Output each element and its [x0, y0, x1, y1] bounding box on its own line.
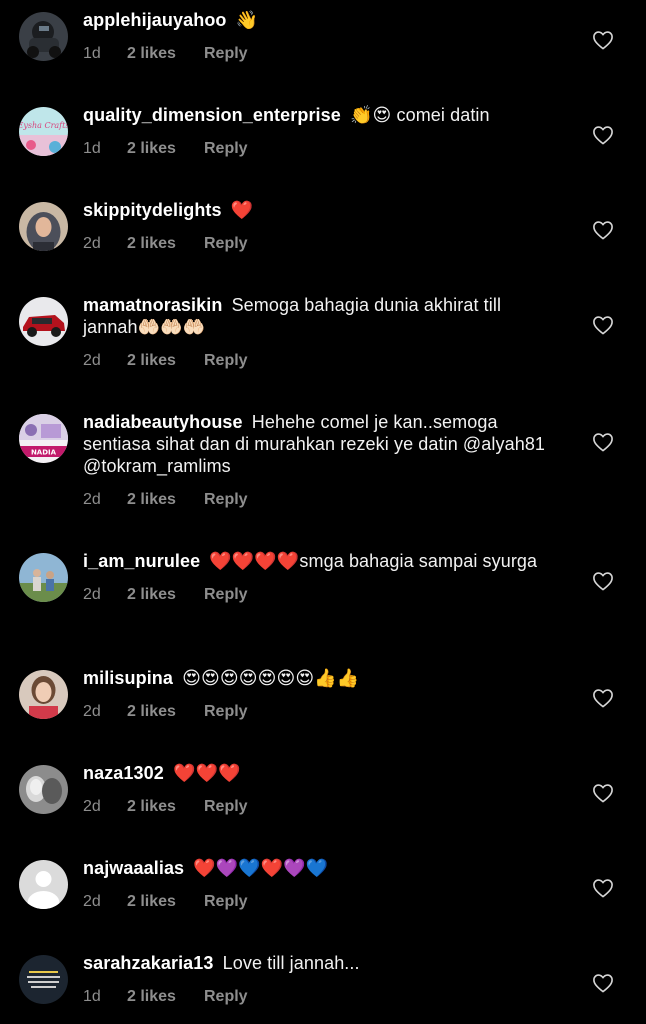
- reply-button[interactable]: Reply: [204, 140, 248, 158]
- like-heart-icon[interactable]: [592, 315, 614, 335]
- comment-text: 👋: [235, 10, 259, 30]
- like-heart-icon[interactable]: [592, 30, 614, 50]
- reply-button[interactable]: Reply: [204, 586, 248, 604]
- likes-count[interactable]: 2 likes: [127, 703, 204, 721]
- comment-username[interactable]: milisupina: [83, 668, 173, 688]
- comment-text: ❤️❤️❤️❤️smga bahagia sampai syurga: [209, 551, 538, 571]
- comment-time: 1d: [83, 45, 101, 62]
- likes-count[interactable]: 2 likes: [127, 988, 204, 1006]
- hijab-woman-avatar-icon[interactable]: [19, 202, 68, 251]
- reply-button[interactable]: Reply: [204, 352, 248, 370]
- like-heart-icon[interactable]: [592, 432, 614, 452]
- comment-text: 😍😍😍😍😍😍😍👍👍: [182, 668, 360, 688]
- comment-username[interactable]: quality_dimension_enterprise: [83, 105, 341, 125]
- red-car-avatar-icon[interactable]: [19, 297, 68, 346]
- comment-time: 1d: [83, 988, 101, 1005]
- like-heart-icon[interactable]: [592, 783, 614, 803]
- comment-username[interactable]: sarahzakaria13: [83, 953, 214, 973]
- comment-username[interactable]: nadiabeautyhouse: [83, 412, 243, 432]
- woman-portrait-avatar-icon[interactable]: [19, 670, 68, 719]
- comment-username[interactable]: skippitydelights: [83, 200, 222, 220]
- avatar-text: NADIA: [31, 449, 57, 457]
- reply-button[interactable]: Reply: [204, 45, 248, 63]
- comment-time: 2d: [83, 586, 101, 603]
- comment-username[interactable]: i_am_nurulee: [83, 551, 200, 571]
- like-heart-icon[interactable]: [592, 125, 614, 145]
- likes-count[interactable]: 2 likes: [127, 140, 204, 158]
- comment-time: 1d: [83, 140, 101, 157]
- outdoor-people-avatar-icon[interactable]: [19, 553, 68, 602]
- likes-count[interactable]: 2 likes: [127, 491, 204, 509]
- likes-count[interactable]: 2 likes: [127, 586, 204, 604]
- likes-count[interactable]: 2 likes: [127, 798, 204, 816]
- comment-time: 2d: [83, 703, 101, 720]
- comment-text: ❤️: [230, 200, 254, 220]
- likes-count[interactable]: 2 likes: [127, 235, 204, 253]
- quote-image-avatar-icon[interactable]: [19, 955, 68, 1004]
- comment-time: 2d: [83, 893, 101, 910]
- motorbike-avatar-icon[interactable]: [19, 12, 68, 61]
- couple-photo-avatar-icon[interactable]: [19, 765, 68, 814]
- reply-button[interactable]: Reply: [204, 491, 248, 509]
- comment-text: Love till jannah...: [222, 953, 360, 973]
- likes-count[interactable]: 2 likes: [127, 352, 204, 370]
- reply-button[interactable]: Reply: [204, 703, 248, 721]
- avatar-text: Eysha Crafts: [19, 121, 68, 130]
- reply-button[interactable]: Reply: [204, 235, 248, 253]
- comment-time: 2d: [83, 491, 101, 508]
- reply-button[interactable]: Reply: [204, 988, 248, 1006]
- comment-username[interactable]: applehijauyahoo: [83, 10, 227, 30]
- reply-button[interactable]: Reply: [204, 893, 248, 911]
- comment-time: 2d: [83, 235, 101, 252]
- like-heart-icon[interactable]: [592, 878, 614, 898]
- comment-text: 👏😍 comei datin: [350, 105, 490, 125]
- like-heart-icon[interactable]: [592, 220, 614, 240]
- like-heart-icon[interactable]: [592, 973, 614, 993]
- comment-text: ❤️❤️❤️: [172, 763, 241, 783]
- comment-username[interactable]: mamatnorasikin: [83, 295, 222, 315]
- comment-time: 2d: [83, 352, 101, 369]
- likes-count[interactable]: 2 likes: [127, 45, 204, 63]
- crafts-logo-avatar-icon[interactable]: Eysha Crafts: [19, 107, 68, 156]
- beauty-shop-avatar-icon[interactable]: NADIA: [19, 414, 68, 463]
- comment-username[interactable]: najwaaalias: [83, 858, 184, 878]
- comment-username[interactable]: naza1302: [83, 763, 164, 783]
- like-heart-icon[interactable]: [592, 688, 614, 708]
- reply-button[interactable]: Reply: [204, 798, 248, 816]
- like-heart-icon[interactable]: [592, 571, 614, 591]
- default-user-avatar-icon[interactable]: [19, 860, 68, 909]
- likes-count[interactable]: 2 likes: [127, 893, 204, 911]
- comment-time: 2d: [83, 798, 101, 815]
- comment-text: ❤️💜💙❤️💜💙: [193, 858, 329, 878]
